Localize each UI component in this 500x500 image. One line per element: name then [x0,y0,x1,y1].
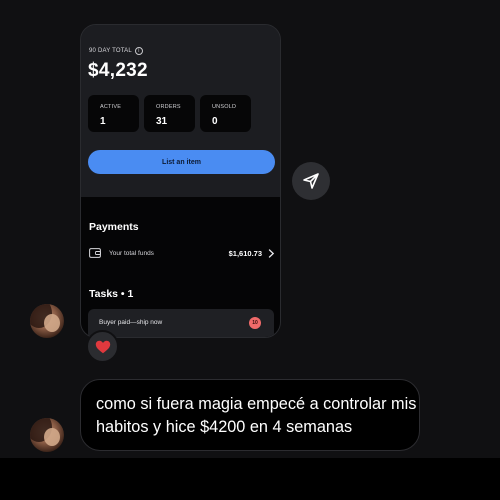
task-label: Buyer paid—ship now [99,319,163,326]
bottom-bar [0,458,500,500]
stat-orders[interactable]: ORDERS 31 [144,95,195,132]
avatar-face [44,428,60,446]
chevron-right-icon [268,248,275,258]
heart-icon [95,340,110,353]
stat-label: UNSOLD [212,104,237,110]
stat-value: 1 [100,116,106,127]
period-label-text: 90 DAY TOTAL [89,48,132,54]
avatar-face [44,314,60,332]
payments-title: Payments [89,221,139,233]
period-label: 90 DAY TOTAL i [89,47,143,55]
stat-unsold[interactable]: UNSOLD 0 [200,95,251,132]
stat-value: 31 [156,116,168,127]
funds-label: Your total funds [109,249,154,257]
list-item-button[interactable]: List an item [88,150,275,174]
stat-value: 0 [212,116,218,127]
total-amount: $4,232 [88,60,148,81]
task-count-badge: 10 [249,317,261,329]
info-icon[interactable]: i [134,47,143,55]
message-bubble[interactable]: como si fuera magia empecé a controlar m… [80,379,420,451]
shared-screenshot[interactable]: 90 DAY TOTAL i $4,232 ACTIVE 1 ORDERS 31… [80,24,281,338]
avatar[interactable] [30,418,64,452]
stat-label: ACTIVE [100,104,122,110]
message-text: como si fuera magia empecé a controlar m… [96,395,417,436]
avatar[interactable] [30,304,64,338]
wallet-icon [89,248,101,258]
stat-active[interactable]: ACTIVE 1 [88,95,139,132]
stat-label: ORDERS [156,104,181,110]
share-icon [303,173,319,189]
tasks-title: Tasks • 1 [89,288,134,300]
share-button[interactable] [292,162,330,200]
funds-value: $1,610.73 [228,248,262,258]
task-card[interactable]: Buyer paid—ship now 10 [88,309,274,337]
total-funds-row[interactable]: Your total funds $1,610.73 [89,245,275,261]
heart-reaction[interactable] [86,330,119,363]
